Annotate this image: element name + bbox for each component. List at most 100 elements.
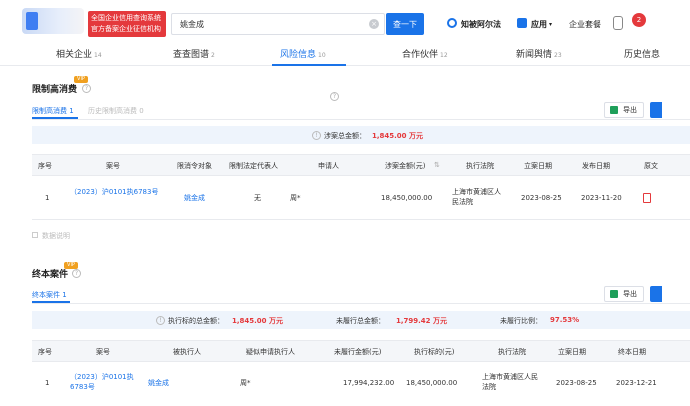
divider xyxy=(32,219,690,220)
case-number-link[interactable]: （2023）沪0101执6783号 xyxy=(70,372,136,392)
published-date: 2023-11-20 xyxy=(581,194,622,202)
brand-badge: 全国企业信用查询系统 官方备案企业征信机构 xyxy=(88,11,166,37)
case-number-link[interactable]: （2023）沪0101执6783号 xyxy=(70,187,160,197)
top-bar: 全国企业信用查询系统 官方备案企业征信机构 × 查一下 知被阿尔法 应用 ▾ 企… xyxy=(0,0,690,38)
legal-rep: 无 xyxy=(254,194,261,202)
tab-risk-info[interactable]: 风险信息 10 xyxy=(280,47,326,60)
applicant: 周* xyxy=(290,194,301,202)
target-link[interactable]: 姚金成 xyxy=(184,193,205,203)
export-label: 导出 xyxy=(623,290,637,298)
nav-package[interactable]: 企业套餐 xyxy=(569,19,601,30)
tab-label: 合作伙伴 xyxy=(402,50,439,60)
tab-count: 2 xyxy=(211,52,215,59)
sort-icon[interactable]: ⇅ xyxy=(434,161,440,169)
tab-count: 10 xyxy=(318,52,326,59)
table-header: 序号 案号 被执行人 疑似申请执行人 未履行金额(元) 执行标的(元) 执行法院… xyxy=(32,340,690,362)
amount: 18,450,000.00 xyxy=(381,194,433,202)
tab-label: 历史信息 xyxy=(624,50,661,60)
chevron-down-icon: ▾ xyxy=(549,21,553,28)
summary-label: 未履行比例： xyxy=(500,317,542,325)
col-header: 被执行人 xyxy=(173,348,201,356)
summary-label: 执行标的总金额： xyxy=(168,317,224,325)
tab-label: 查查图谱 xyxy=(173,50,210,60)
col-header: 限消令对象 xyxy=(177,162,212,170)
tab-history[interactable]: 历史信息 xyxy=(624,47,660,60)
summary-value: 1,845.00 万元 xyxy=(232,317,283,325)
table-header: 序号 案号 限消令对象 限制法定代表人 申请人 涉案金额(元) ⇅ 执行法院 立… xyxy=(32,154,690,176)
logo-mark-icon xyxy=(26,12,38,30)
tab-count: 14 xyxy=(94,52,102,59)
alpha-icon xyxy=(447,18,457,28)
export-label: 导出 xyxy=(623,106,637,114)
summary-label: 涉案总金额： xyxy=(324,132,366,140)
help-icon[interactable]: ? xyxy=(72,269,81,278)
tab-count: 23 xyxy=(554,52,562,59)
col-header: 申请人 xyxy=(318,162,339,170)
tab-count: 12 xyxy=(440,52,448,59)
col-header: 案号 xyxy=(96,348,110,356)
debtor-link[interactable]: 姚金成 xyxy=(148,378,169,388)
col-header: 限制法定代表人 xyxy=(229,162,278,170)
subtab-history-consumption[interactable]: 历史限制高消费 0 xyxy=(88,106,144,116)
help-icon[interactable]: ? xyxy=(330,92,339,101)
tab-partners[interactable]: 合作伙伴 12 xyxy=(402,47,448,60)
col-header: 未履行金额(元) xyxy=(334,348,382,356)
summary-value: 1,845.00 万元 xyxy=(372,132,423,140)
subtab-final-cases[interactable]: 终本案件 1 xyxy=(32,290,67,300)
search-button[interactable]: 查一下 xyxy=(386,13,424,35)
col-header: 执行法院 xyxy=(498,348,526,356)
filed-date: 2023-08-25 xyxy=(556,379,597,387)
export-button[interactable]: 导出 xyxy=(604,102,644,118)
divider xyxy=(32,119,690,120)
info-icon: ! xyxy=(156,316,165,325)
tab-label: 风险信息 xyxy=(280,50,317,60)
col-header: 案号 xyxy=(106,162,120,170)
col-header: 终本日期 xyxy=(618,348,646,356)
court: 上海市黄浦区人民法院 xyxy=(452,188,501,206)
col-header: 序号 xyxy=(38,348,52,356)
row-index: 1 xyxy=(45,379,50,387)
tab-news[interactable]: 新闻舆情 23 xyxy=(516,47,562,60)
info-icon: ! xyxy=(312,131,321,140)
target-amount: 18,450,000.00 xyxy=(406,379,458,387)
help-icon[interactable]: ? xyxy=(82,84,91,93)
col-header: 执行标的(元) xyxy=(414,348,455,356)
row-index: 1 xyxy=(45,194,50,202)
summary-bar: ! 执行标的总金额： 1,845.00 万元 未履行总金额： 1,799.42 … xyxy=(32,311,690,329)
divider xyxy=(32,303,690,304)
court: 上海市黄浦区人民法院 xyxy=(482,373,538,391)
col-header: 执行法院 xyxy=(466,162,494,170)
col-header: 立案日期 xyxy=(524,162,552,170)
filed-date: 2023-08-25 xyxy=(521,194,562,202)
subtab-consumption[interactable]: 限制高消费 1 xyxy=(32,106,74,116)
checkbox-icon xyxy=(32,232,38,238)
tab-label: 相关企业 xyxy=(56,50,93,60)
col-header: 立案日期 xyxy=(558,348,586,356)
excel-icon xyxy=(610,106,618,114)
tab-graph[interactable]: 查查图谱 2 xyxy=(173,47,215,60)
section-title-final-cases: 终本案件 xyxy=(32,270,69,280)
col-header: 发布日期 xyxy=(582,162,610,170)
active-tab-indicator xyxy=(272,64,346,66)
search-input[interactable] xyxy=(172,14,362,34)
clear-icon[interactable]: × xyxy=(369,19,379,29)
summary-value: 1,799.42 万元 xyxy=(396,317,447,325)
summary-value: 97.53% xyxy=(550,316,580,324)
summary-bar: ! 涉案总金额： 1,845.00 万元 xyxy=(32,126,690,144)
bell-icon[interactable] xyxy=(613,16,623,30)
avatar[interactable]: 2 xyxy=(632,13,646,27)
pdf-icon[interactable] xyxy=(643,193,651,203)
col-header: 序号 xyxy=(38,162,52,170)
more-icon[interactable] xyxy=(650,286,662,302)
col-header: 疑似申请执行人 xyxy=(246,348,295,356)
summary-label: 未履行总金额： xyxy=(336,317,385,325)
data-note[interactable]: 数据说明 xyxy=(42,231,70,241)
nav-alpha[interactable]: 知被阿尔法 xyxy=(461,19,501,30)
search-box: × xyxy=(171,13,385,35)
tab-related-companies[interactable]: 相关企业 14 xyxy=(56,47,102,60)
col-header: 涉案金额(元) xyxy=(385,162,426,170)
export-button[interactable]: 导出 xyxy=(604,286,644,302)
more-icon[interactable] xyxy=(650,102,662,118)
nav-apps[interactable]: 应用 xyxy=(531,19,547,30)
unpaid-amount: 17,994,232.00 xyxy=(343,379,395,387)
